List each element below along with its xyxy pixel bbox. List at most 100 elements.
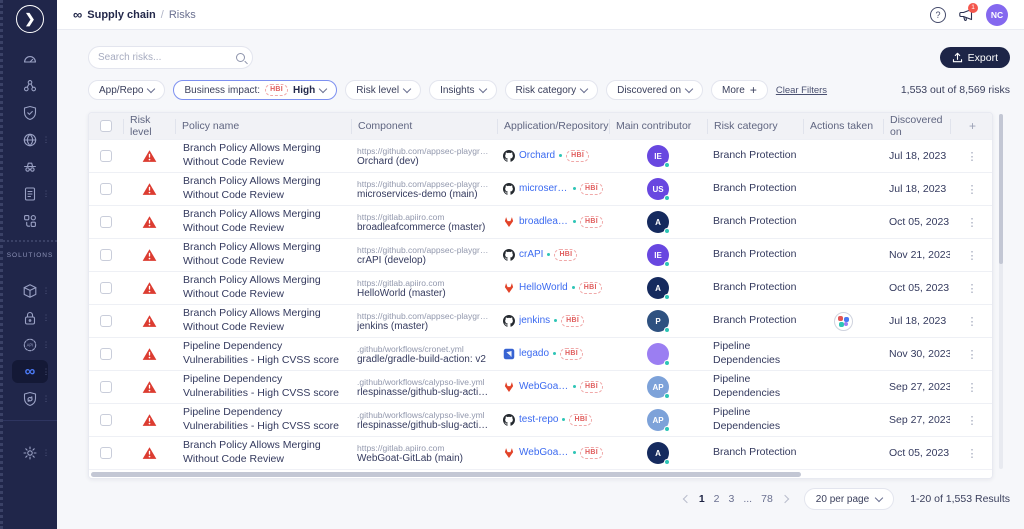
user-avatar[interactable]: NC — [986, 4, 1008, 26]
item-menu-icon[interactable]: ⋮ — [42, 286, 50, 295]
component-name[interactable]: HelloWorld (master) — [357, 288, 491, 299]
row-checkbox[interactable] — [100, 282, 112, 294]
item-menu-icon[interactable]: ⋮ — [42, 394, 50, 403]
row-checkbox[interactable] — [100, 150, 112, 162]
sidebar-item-globe[interactable]: ⋮ — [3, 126, 57, 153]
component-name[interactable]: gradle/gradle-build-action: v2 — [357, 354, 491, 365]
row-menu-icon[interactable]: ⋮ — [967, 348, 978, 361]
previous-page-icon[interactable] — [683, 495, 691, 503]
header-application[interactable]: Application/Repository — [497, 119, 609, 134]
row-menu-icon[interactable]: ⋮ — [967, 216, 978, 229]
sidebar-item-api[interactable]: API⋮ — [3, 331, 57, 358]
item-menu-icon[interactable]: ⋮ — [42, 189, 50, 198]
row-checkbox[interactable] — [100, 183, 112, 195]
sidebar-item-connections[interactable] — [3, 72, 57, 99]
sidebar-item-cicd-shield[interactable]: ⋮ — [3, 385, 57, 412]
row-checkbox[interactable] — [100, 381, 112, 393]
sidebar-item-lock[interactable]: ⋮ — [3, 304, 57, 331]
policy-name[interactable]: Pipeline Dependency Vulnerabilities - Hi… — [175, 406, 351, 433]
policy-name[interactable]: Branch Policy Allows Merging Without Cod… — [175, 439, 351, 466]
filter-chip-risk-category[interactable]: Risk category — [505, 80, 599, 100]
row-checkbox[interactable] — [100, 447, 112, 459]
component-name[interactable]: broadleafcommerce (master) — [357, 222, 491, 233]
row-checkbox[interactable] — [100, 348, 112, 360]
horizontal-scrollbar-thumb[interactable] — [91, 472, 801, 477]
policy-name[interactable]: Pipeline Dependency Vulnerabilities - Hi… — [175, 340, 351, 367]
contributor-avatar[interactable]: P — [647, 310, 669, 332]
filter-chip-app-repo[interactable]: App/Repo — [88, 80, 165, 100]
application-link[interactable]: jenkins — [519, 315, 550, 326]
component-name[interactable]: rlespinasse/github-slug-action... — [357, 387, 491, 398]
application-link[interactable]: WebGoat-GitL... — [519, 381, 569, 392]
help-icon[interactable]: ? — [930, 7, 946, 23]
row-menu-icon[interactable]: ⋮ — [967, 447, 978, 460]
application-link[interactable]: WebGoat-GitL... — [519, 447, 569, 458]
page-number-78[interactable]: 78 — [761, 493, 773, 505]
row-menu-icon[interactable]: ⋮ — [967, 381, 978, 394]
page-number-1[interactable]: 1 — [699, 493, 705, 505]
add-column-button[interactable]: + — [950, 119, 993, 134]
page-number-2[interactable]: 2 — [714, 493, 720, 505]
sidebar-item-shield-check[interactable] — [3, 99, 57, 126]
row-checkbox[interactable] — [100, 249, 112, 261]
component-name[interactable]: WebGoat-GitLab (main) — [357, 453, 491, 464]
sidebar-item-package[interactable]: ⋮ — [3, 277, 57, 304]
automation-action-icon[interactable] — [834, 312, 853, 331]
header-policy-name[interactable]: Policy name — [175, 119, 351, 134]
search-input[interactable] — [98, 52, 230, 63]
policy-name[interactable]: Branch Policy Allows Merging Without Cod… — [175, 142, 351, 169]
component-name[interactable]: crAPI (develop) — [357, 255, 491, 266]
contributor-avatar[interactable]: IE — [647, 145, 669, 167]
page-number-3[interactable]: 3 — [729, 493, 735, 505]
sidebar-item-components[interactable] — [3, 207, 57, 234]
sidebar-item-settings[interactable]: ⋮ — [3, 439, 57, 466]
row-menu-icon[interactable]: ⋮ — [967, 315, 978, 328]
application-link[interactable]: HelloWorld — [519, 282, 568, 293]
contributor-avatar[interactable] — [647, 343, 669, 365]
filter-chip-insights[interactable]: Insights — [429, 80, 496, 100]
header-risk-level[interactable]: Risk level — [123, 119, 175, 134]
header-risk-category[interactable]: Risk category — [707, 119, 803, 134]
component-name[interactable]: rlespinasse/github-slug-action... — [357, 420, 491, 431]
contributor-avatar[interactable]: A — [647, 442, 669, 464]
row-checkbox[interactable] — [100, 216, 112, 228]
header-discovered-on[interactable]: Discovered on — [883, 119, 950, 134]
item-menu-icon[interactable]: ⋮ — [42, 340, 50, 349]
application-link[interactable]: broadleafcom... — [519, 216, 569, 227]
sidebar-item-explorer-spy[interactable] — [3, 153, 57, 180]
component-name[interactable]: jenkins (master) — [357, 321, 491, 332]
header-contributor[interactable]: Main contributor — [609, 119, 707, 134]
row-menu-icon[interactable]: ⋮ — [967, 183, 978, 196]
policy-name[interactable]: Pipeline Dependency Vulnerabilities - Hi… — [175, 373, 351, 400]
filter-chip-more[interactable]: More+ — [711, 80, 768, 100]
application-link[interactable]: crAPI — [519, 249, 543, 260]
sidebar-item-report[interactable]: ⋮ — [3, 180, 57, 207]
clear-filters-link[interactable]: Clear Filters — [776, 85, 827, 96]
policy-name[interactable]: Branch Policy Allows Merging Without Cod… — [175, 241, 351, 268]
policy-name[interactable]: Branch Policy Allows Merging Without Cod… — [175, 307, 351, 334]
row-checkbox[interactable] — [100, 414, 112, 426]
filter-chip-risk-level[interactable]: Risk level — [345, 80, 421, 100]
sidebar-item-dashboard[interactable] — [3, 45, 57, 72]
item-menu-icon[interactable]: ⋮ — [42, 448, 50, 457]
filter-chip-business-impact[interactable]: Business impact:HBIHigh — [173, 80, 337, 100]
component-name[interactable]: Orchard (dev) — [357, 156, 491, 167]
next-page-icon[interactable] — [781, 495, 789, 503]
application-link[interactable]: test-repo — [519, 414, 558, 425]
per-page-select[interactable]: 20 per page — [804, 488, 894, 510]
sidebar-item-supply-chain[interactable]: ∞⋮ — [3, 358, 57, 385]
application-link[interactable]: legado — [519, 348, 549, 359]
contributor-avatar[interactable]: US — [647, 178, 669, 200]
item-menu-icon[interactable]: ⋮ — [42, 367, 50, 376]
component-name[interactable]: microservices-demo (main) — [357, 189, 491, 200]
row-menu-icon[interactable]: ⋮ — [967, 414, 978, 427]
breadcrumb-module[interactable]: Supply chain — [87, 9, 155, 21]
contributor-avatar[interactable]: IE — [647, 244, 669, 266]
row-checkbox[interactable] — [100, 315, 112, 327]
export-button[interactable]: Export — [940, 47, 1010, 68]
vertical-scrollbar-thumb[interactable] — [999, 114, 1003, 264]
contributor-avatar[interactable]: A — [647, 211, 669, 233]
item-menu-icon[interactable]: ⋮ — [42, 135, 50, 144]
item-menu-icon[interactable]: ⋮ — [42, 313, 50, 322]
header-component[interactable]: Component — [351, 119, 497, 134]
